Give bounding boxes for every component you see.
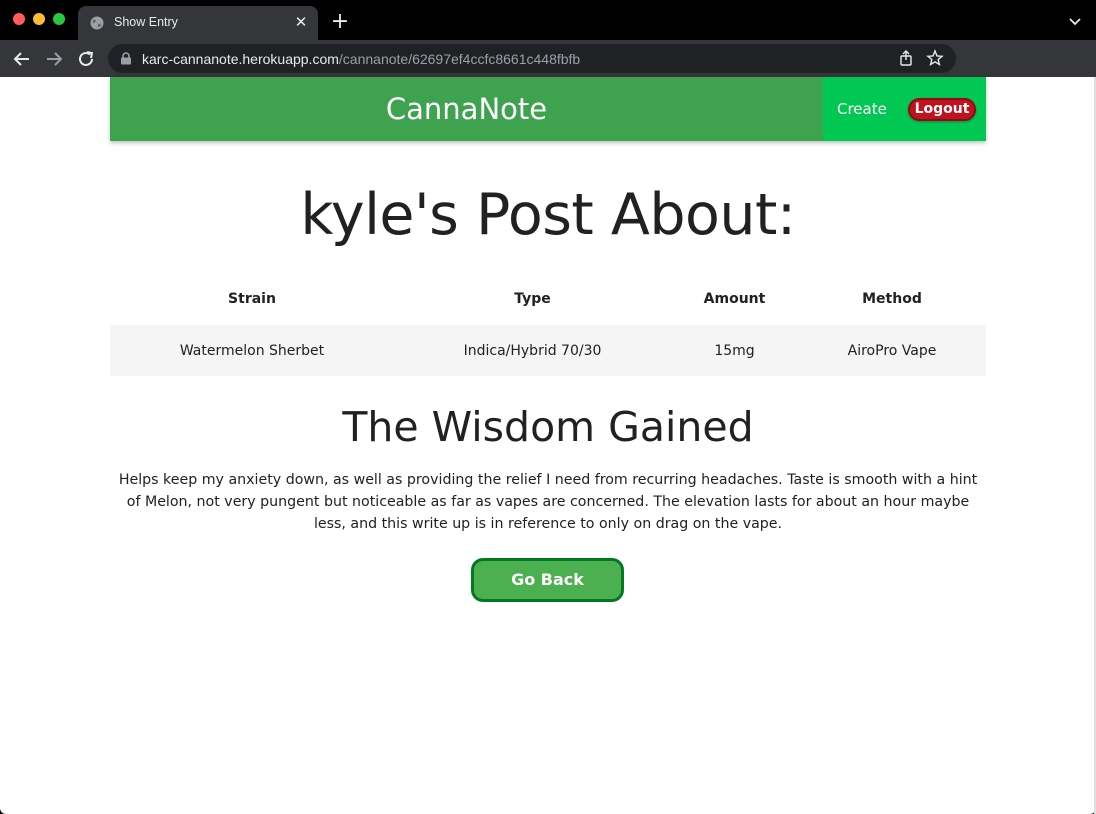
share-icon[interactable]: [898, 50, 914, 66]
browser-tab-strip: Show Entry ✕ +: [0, 0, 1096, 40]
url-path: /cannanote/62697ef4ccfc8661c448fbfb: [338, 51, 581, 67]
cell-amount: 15mg: [671, 325, 798, 376]
tab-close-icon[interactable]: ✕: [293, 15, 309, 31]
browser-toolbar: karc-cannanote.herokuapp.com/cannanote/6…: [0, 40, 1096, 109]
wisdom-body: Helps keep my anxiety down, as well as p…: [118, 472, 978, 532]
table-row: Watermelon Sherbet Indica/Hybrid 70/30 1…: [110, 325, 986, 376]
browser-tab-active[interactable]: Show Entry ✕: [78, 6, 318, 40]
logout-button[interactable]: Logout: [908, 98, 976, 121]
wisdom-heading: The Wisdom Gained: [342, 403, 754, 451]
globe-icon: [90, 16, 104, 30]
go-back-button[interactable]: Go Back: [471, 558, 624, 602]
table-header-row: Strain Type Amount Method: [110, 273, 986, 325]
maximize-window-button[interactable]: [53, 13, 65, 25]
minimize-window-button[interactable]: [33, 13, 45, 25]
column-header-amount: Amount: [703, 291, 766, 307]
lock-icon[interactable]: [120, 52, 132, 65]
column-header-strain: Strain: [228, 291, 276, 307]
url-host: karc-cannanote.herokuapp.com: [142, 51, 339, 67]
tab-title: Show Entry: [114, 15, 178, 29]
forward-arrow-icon[interactable]: [43, 48, 65, 70]
address-bar[interactable]: karc-cannanote.herokuapp.com/cannanote/6…: [108, 44, 956, 73]
page-content: CannaNote Create Logout kyle's Post Abou…: [0, 77, 1096, 814]
site-navbar: CannaNote Create Logout: [110, 77, 986, 141]
site-brand[interactable]: CannaNote: [110, 77, 823, 141]
reload-icon[interactable]: [75, 48, 97, 70]
chevron-down-icon[interactable]: [1068, 14, 1082, 28]
page-title: kyle's Post About:: [300, 182, 796, 248]
entry-table: Strain Type Amount Method Watermelon She…: [110, 273, 986, 376]
cell-strain: Watermelon Sherbet: [110, 325, 394, 376]
create-link[interactable]: Create: [837, 100, 887, 118]
url-text[interactable]: karc-cannanote.herokuapp.com/cannanote/6…: [142, 51, 580, 67]
column-header-type: Type: [514, 291, 551, 307]
cell-method: AiroPro Vape: [798, 325, 986, 376]
navbar-actions: Create Logout: [823, 77, 986, 141]
close-window-button[interactable]: [13, 13, 25, 25]
back-arrow-icon[interactable]: [11, 48, 33, 70]
bookmark-star-icon[interactable]: [926, 49, 944, 67]
new-tab-button[interactable]: +: [330, 11, 350, 33]
column-header-method: Method: [862, 291, 922, 307]
cell-type: Indica/Hybrid 70/30: [394, 325, 671, 376]
